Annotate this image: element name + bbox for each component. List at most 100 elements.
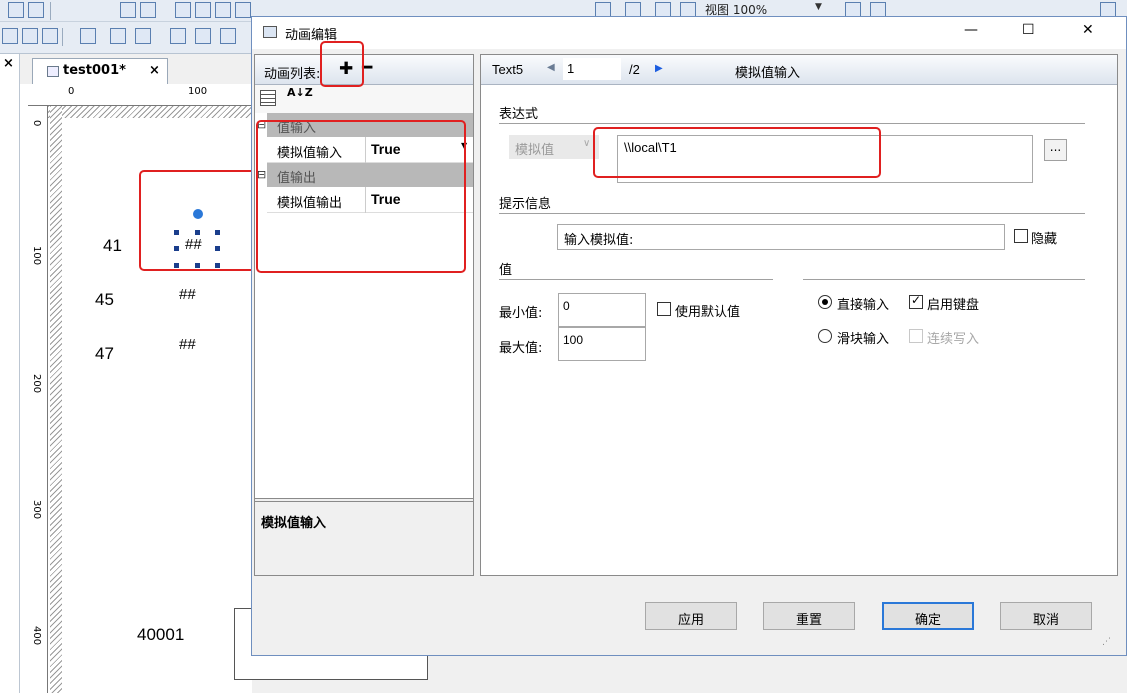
toolbar-icon[interactable]	[8, 2, 24, 18]
side-panel-close-icon[interactable]: ×	[3, 56, 14, 71]
toolbar-icon[interactable]	[170, 28, 186, 44]
hide-label[interactable]: 隐藏	[1031, 228, 1057, 247]
ruler-tick-label: 0	[31, 120, 42, 127]
slider-input-label[interactable]: 滑块输入	[837, 328, 889, 347]
detail-header: Text5 ◀ 1 /2 ▶ 模拟值输入	[481, 55, 1117, 85]
toolbar-icon[interactable]	[195, 28, 211, 44]
toolbar-icon[interactable]	[110, 28, 126, 44]
highlight-box	[593, 127, 881, 178]
value-text[interactable]: ##	[179, 286, 196, 303]
tip-message-input[interactable]: 输入模拟值:	[557, 224, 1005, 250]
toolbar-icon[interactable]	[135, 28, 151, 44]
expression-source-value: 模拟值	[515, 143, 555, 158]
property-description: 模拟值输入	[255, 501, 473, 575]
reset-button[interactable]: 重置	[763, 602, 855, 630]
canvas-label[interactable]: 45	[95, 290, 114, 310]
continuous-write-checkbox	[909, 329, 923, 343]
section-divider	[803, 279, 1085, 280]
dialog-icon	[263, 26, 277, 38]
toolbar-icon[interactable]	[22, 28, 38, 44]
side-panel-strip: ×	[0, 54, 20, 693]
section-divider	[499, 213, 1085, 214]
expression-source-combo: 模拟值 ∨	[509, 135, 599, 159]
canvas-label[interactable]: 47	[95, 344, 114, 364]
toolbar-icon[interactable]	[195, 2, 211, 18]
zoom-dropdown-icon[interactable]: ▼	[815, 2, 822, 12]
next-page-icon[interactable]: ▶	[655, 63, 663, 74]
animation-list-title: 动画列表:	[264, 67, 321, 82]
close-icon[interactable]: ✕	[1082, 22, 1094, 38]
vertical-ruler: 0 100 200 300 400	[28, 106, 48, 693]
toolbar-icon[interactable]	[2, 28, 18, 44]
toolbar-separator	[50, 2, 51, 20]
section-divider	[499, 123, 1085, 124]
document-tab-label: test001*	[63, 63, 126, 78]
canvas-label[interactable]: 41	[103, 236, 122, 256]
max-value-input[interactable]: 100	[558, 327, 646, 361]
toolbar-icon[interactable]	[220, 28, 236, 44]
canvas-label[interactable]: 40001	[137, 625, 184, 645]
resize-grip-icon[interactable]: ⋰	[1102, 637, 1111, 647]
toolbar-icon[interactable]	[120, 2, 136, 18]
continuous-write-label: 连续写入	[927, 332, 980, 347]
direct-input-label[interactable]: 直接输入	[837, 294, 889, 313]
page-total: /2	[629, 62, 640, 77]
animation-list-header: 动画列表: ✚ ━	[255, 55, 473, 85]
ruler-tick-label: 100	[188, 86, 208, 97]
enable-keyboard-checkbox[interactable]	[909, 293, 923, 309]
ruler-tick-label: 300	[31, 500, 42, 520]
direct-input-radio[interactable]	[818, 295, 832, 309]
toolbar-icon[interactable]	[140, 2, 156, 18]
previous-page-icon[interactable]: ◀	[547, 62, 555, 73]
property-description-text: 模拟值输入	[261, 516, 327, 531]
document-tab[interactable]: test001* ×	[32, 58, 168, 84]
toolbar-icon[interactable]	[175, 2, 191, 18]
enable-keyboard-label[interactable]: 启用键盘	[927, 294, 979, 313]
ruler-tick-label: 100	[31, 246, 42, 266]
use-default-label[interactable]: 使用默认值	[675, 301, 740, 320]
apply-button[interactable]: 应用	[645, 602, 737, 630]
animation-edit-dialog: 动画编辑 — ☐ ✕ 动画列表: ✚ ━ A↓Z ⊟ 值输入 模拟值输入 Tru…	[251, 16, 1127, 656]
toolbar-icon[interactable]	[215, 2, 231, 18]
document-icon	[47, 66, 59, 77]
page-margin-hatch	[48, 106, 252, 118]
categorized-view-icon[interactable]	[260, 90, 276, 106]
ruler-tick-label: 400	[31, 626, 42, 646]
hide-checkbox[interactable]	[1014, 229, 1028, 243]
dialog-titlebar[interactable]: 动画编辑 — ☐ ✕	[252, 17, 1126, 49]
ruler-tick-label: 200	[31, 374, 42, 394]
page-margin-hatch	[50, 106, 62, 693]
use-default-checkbox[interactable]	[657, 302, 671, 316]
toolbar-icon[interactable]	[235, 2, 251, 18]
horizontal-ruler: 0 100	[28, 86, 252, 106]
toolbar-separator	[62, 28, 63, 46]
minimize-icon[interactable]: —	[964, 22, 978, 38]
min-value-label: 最小值:	[499, 306, 543, 321]
maximize-icon[interactable]: ☐	[1022, 22, 1035, 38]
page-number-input[interactable]: 1	[563, 58, 621, 80]
property-grid-toolbar: A↓Z	[255, 85, 473, 113]
highlight-box	[320, 41, 364, 87]
toolbar-icon[interactable]	[28, 2, 44, 18]
ok-button[interactable]: 确定	[882, 602, 974, 630]
highlight-box	[139, 170, 256, 271]
toolbar-icon[interactable]	[80, 28, 96, 44]
value-section-title: 值	[499, 263, 513, 278]
value-text[interactable]: ##	[179, 336, 196, 353]
max-value-label: 最大值:	[499, 341, 543, 356]
browse-button[interactable]: ...	[1044, 139, 1067, 161]
min-value-input[interactable]: 0	[558, 293, 646, 327]
document-tab-close-icon[interactable]: ×	[149, 63, 160, 78]
chevron-down-icon: ∨	[583, 138, 591, 149]
section-divider	[499, 279, 773, 280]
slider-input-radio[interactable]	[818, 329, 832, 343]
highlight-box	[256, 120, 466, 273]
expression-section-title: 表达式	[499, 107, 539, 122]
object-name: Text5	[492, 62, 524, 77]
tip-section-title: 提示信息	[499, 197, 552, 212]
alphabetical-sort-icon[interactable]: A↓Z	[287, 87, 313, 98]
cancel-button[interactable]: 取消	[1000, 602, 1092, 630]
ruler-tick-label: 0	[68, 86, 75, 97]
toolbar-icon[interactable]	[42, 28, 58, 44]
animation-type-label: 模拟值输入	[735, 66, 801, 81]
